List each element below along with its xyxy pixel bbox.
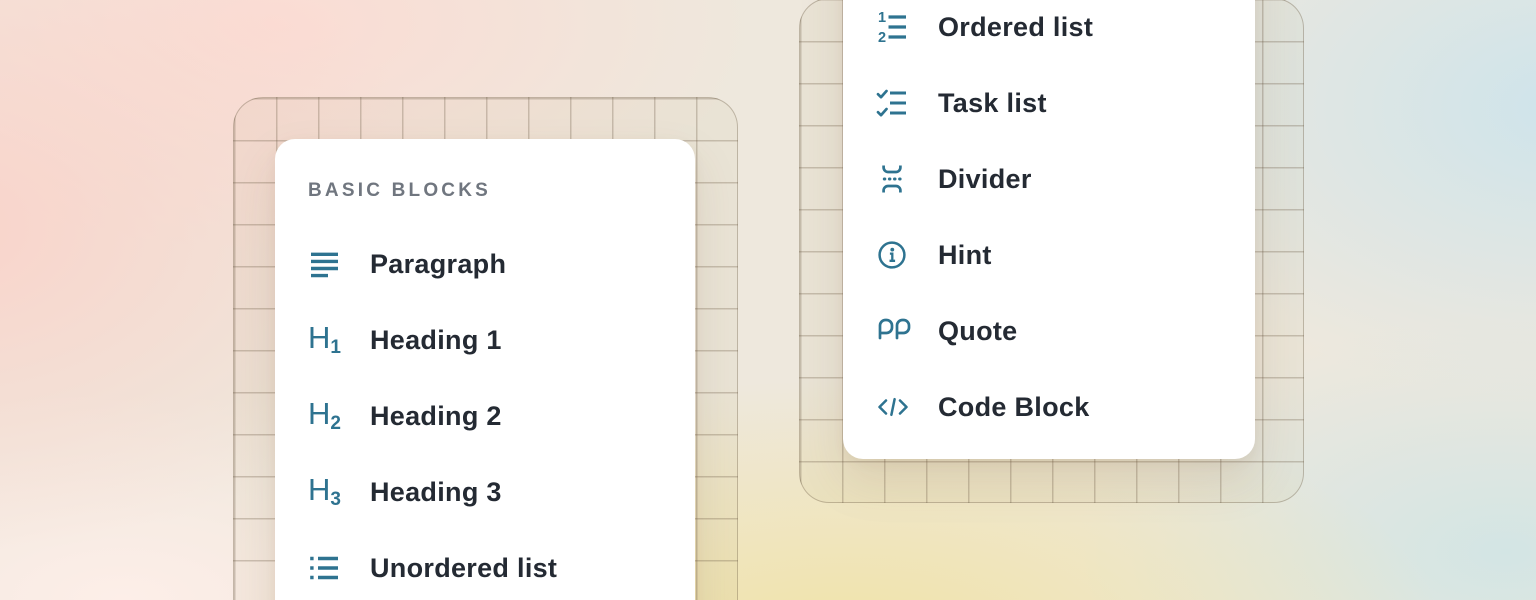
menu-item-label: Paragraph bbox=[370, 251, 506, 278]
menu-item-label: Heading 1 bbox=[370, 327, 502, 354]
menu-rows: 1 2 Ordered list Task list Divider Hint Q… bbox=[843, 0, 1255, 445]
divider-icon bbox=[876, 163, 912, 195]
heading-2-icon: H2 bbox=[308, 400, 344, 432]
menu-item-quote[interactable]: Quote bbox=[843, 293, 1255, 369]
task-list-icon bbox=[876, 87, 912, 119]
section-label-basic-blocks: BASIC BLOCKS bbox=[308, 181, 695, 200]
paragraph-icon bbox=[308, 248, 344, 280]
menu-item-label: Heading 3 bbox=[370, 479, 502, 506]
basic-blocks-menu: BASIC BLOCKS Paragraph H1 Heading 1 H2 Headi… bbox=[275, 139, 695, 600]
menu-item-label: Hint bbox=[938, 242, 992, 269]
menu-item-label: Code Block bbox=[938, 394, 1090, 421]
menu-item-paragraph[interactable]: Paragraph bbox=[275, 226, 695, 302]
menu-item-heading-3[interactable]: H3 Heading 3 bbox=[275, 454, 695, 530]
blocks-menu-secondary: 1 2 Ordered list Task list Divider Hint Q… bbox=[843, 0, 1255, 459]
menu-item-label: Heading 2 bbox=[370, 403, 502, 430]
menu-item-label: Ordered list bbox=[938, 14, 1093, 41]
code-block-icon bbox=[876, 391, 912, 423]
svg-text:2: 2 bbox=[878, 30, 886, 43]
menu-item-task-list[interactable]: Task list bbox=[843, 65, 1255, 141]
unordered-list-icon bbox=[308, 552, 344, 584]
menu-item-divider[interactable]: Divider bbox=[843, 141, 1255, 217]
menu-item-label: Task list bbox=[938, 90, 1047, 117]
heading-3-icon: H3 bbox=[308, 476, 344, 508]
hint-icon bbox=[876, 239, 912, 271]
menu-item-label: Divider bbox=[938, 166, 1032, 193]
menu-item-ordered-list[interactable]: 1 2 Ordered list bbox=[843, 0, 1255, 65]
ordered-list-icon: 1 2 bbox=[876, 11, 912, 43]
menu-item-unordered-list[interactable]: Unordered list bbox=[275, 530, 695, 600]
menu-item-heading-2[interactable]: H2 Heading 2 bbox=[275, 378, 695, 454]
page-background: BASIC BLOCKS Paragraph H1 Heading 1 H2 Headi… bbox=[0, 0, 1536, 600]
svg-text:1: 1 bbox=[878, 11, 886, 26]
menu-item-hint[interactable]: Hint bbox=[843, 217, 1255, 293]
menu-rows: Paragraph H1 Heading 1 H2 Heading 2 H3 Heading… bbox=[275, 226, 695, 600]
menu-item-code-block[interactable]: Code Block bbox=[843, 369, 1255, 445]
quote-icon bbox=[876, 315, 912, 347]
heading-1-icon: H1 bbox=[308, 324, 344, 356]
menu-item-label: Quote bbox=[938, 318, 1018, 345]
menu-item-heading-1[interactable]: H1 Heading 1 bbox=[275, 302, 695, 378]
menu-item-label: Unordered list bbox=[370, 555, 557, 582]
